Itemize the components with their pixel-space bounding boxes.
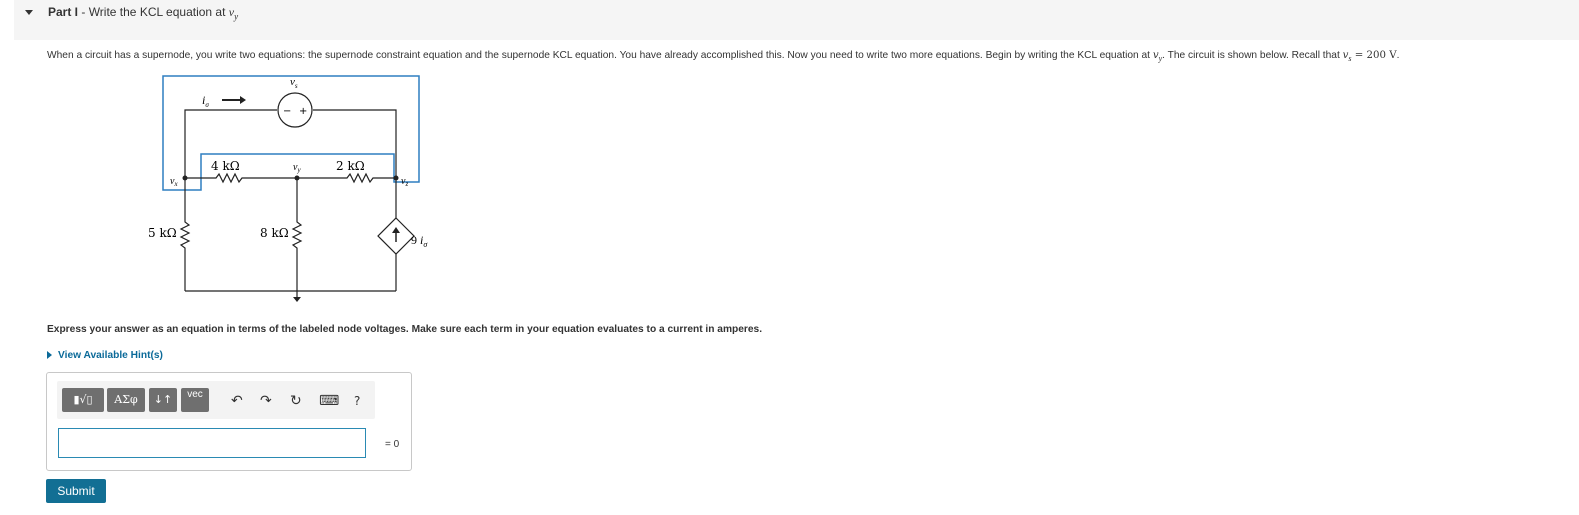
resistor-8k-label: 8 kΩ [260,226,289,240]
part-title-text: Write the KCL equation at [88,5,229,19]
keyboard-icon[interactable]: ⌨ [319,393,339,409]
vector-button[interactable]: vec [181,388,209,412]
arrows-button[interactable]: ↓↑ [149,388,177,412]
middle-branch [185,172,396,184]
node-z-dot [393,175,399,181]
current-label: iσ [202,93,209,109]
resistor-5k-label: 5 kΩ [148,226,177,240]
help-icon[interactable]: ? [354,393,360,409]
answer-panel: ▮√▯ ΑΣφ ↓↑ vec ↶ ↷ ↻ ⌨ ? = 0 [46,372,412,471]
bottom-wire [185,290,396,298]
reset-icon[interactable]: ↻ [290,393,302,409]
ground-icon [293,297,301,302]
part-title: Part I - Write the KCL equation at vy [48,4,238,24]
dependent-source-label: 9 iσ [411,233,428,249]
intro-text2: . The circuit is shown below. Recall tha… [1162,50,1343,61]
circuit-diagram: − + vs iσ 4 kΩ 2 kΩ 5 kΩ 8 kΩ vx vy vz 9… [148,75,428,302]
math-toolbar: ▮√▯ ΑΣφ ↓↑ vec ↶ ↷ ↻ ⌨ ? [57,381,375,419]
resistor-4k-label: 4 kΩ [211,159,240,173]
part-title-sub: y [234,11,239,22]
answer-input[interactable] [58,428,366,458]
resistor-2k-label: 2 kΩ [336,159,365,173]
intro-text: When a circuit has a supernode, you writ… [47,50,1153,61]
equals-zero: = 0 [385,439,400,450]
undo-icon[interactable]: ↶ [231,393,243,409]
hint-label: View Available Hint(s) [58,350,163,361]
hint-caret-icon [47,351,52,360]
source-plus: + [299,106,307,117]
templates-button[interactable]: ▮√▯ [62,388,104,412]
node-y-dot [294,175,300,181]
problem-intro: When a circuit has a supernode, you writ… [47,48,1399,67]
node-x-dot [182,175,188,181]
node-x-label: vx [170,176,178,188]
part-header[interactable] [14,0,1579,40]
redo-icon[interactable]: ↷ [260,393,272,409]
node-y-label: vy [293,162,301,174]
greek-symbols-button[interactable]: ΑΣφ [107,388,145,412]
node-z-label: vz [401,176,408,188]
resistor-8k-branch [291,178,303,291]
current-arrowhead-icon [240,96,246,104]
recall-value: = 200 V [1351,50,1397,61]
part-separator: - [78,5,89,19]
instructions: Express your answer as an equation in te… [47,324,763,335]
source-label: vs [290,76,298,90]
submit-button[interactable]: Submit [46,479,106,503]
view-hints-link[interactable]: View Available Hint(s) [47,348,163,364]
intro-text3: . [1396,50,1400,61]
resistor-5k-branch [179,178,191,291]
part-label: Part I [48,5,79,19]
source-minus: − [283,106,291,117]
collapse-caret-icon[interactable] [25,10,33,15]
